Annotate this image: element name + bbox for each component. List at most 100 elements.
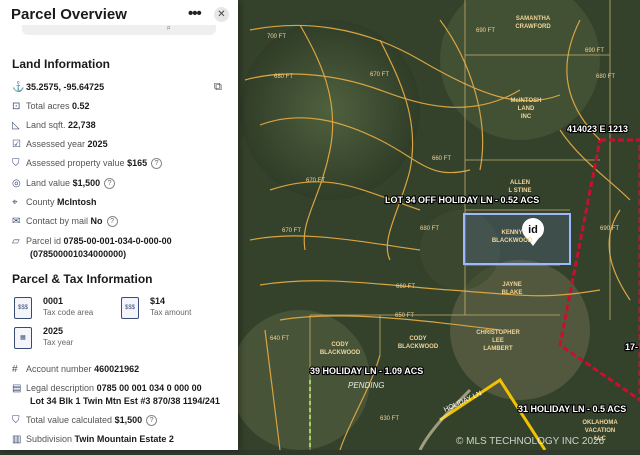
county-row: ⌖ County McIntosh xyxy=(12,197,97,208)
account-row: # Account number 460021962 xyxy=(12,364,140,375)
tax-info-heading: Parcel & Tax Information xyxy=(12,272,153,286)
contour-label: 650 FT xyxy=(395,313,414,319)
listing-label-lot34[interactable]: LOT 34 OFF HOLIDAY LN - 0.52 ACS xyxy=(384,194,540,206)
contour-label: 690 FT xyxy=(600,226,619,232)
contact-row: ✉ Contact by mail No? xyxy=(12,216,118,228)
assessed-year-row: ☑ Assessed year 2025 xyxy=(12,139,108,150)
owner-label: CODY xyxy=(331,342,348,348)
acres-row: ⊡ Total acres 0.52 xyxy=(12,101,90,112)
land-value-row: ◎ Land value $1,500? xyxy=(12,178,116,190)
assessed-value: $165 xyxy=(127,158,148,168)
listing-label-39-holiday[interactable]: 39 HOLIDAY LN - 1.09 ACS xyxy=(309,365,424,377)
tax-code-tile: $$$ 0001 Tax code area xyxy=(14,296,114,320)
receipt-icon: $$$ xyxy=(121,297,139,319)
parcel-id-alt: (078500001034000000) xyxy=(30,249,127,259)
sqft-value: 22,738 xyxy=(68,120,96,130)
listing-label-address[interactable]: 414023 E 1213 xyxy=(566,123,629,135)
contour-label: 630 FT xyxy=(380,416,399,422)
tax-amount-label: Tax amount xyxy=(150,308,192,317)
hash-icon: # xyxy=(12,364,18,375)
contour-label: 660 FT xyxy=(396,284,415,290)
tax-year-value: 2025 xyxy=(43,326,64,336)
search-bar[interactable]: ⌕ xyxy=(22,23,216,35)
legal-value: 0785 00 001 034 0 000 00 xyxy=(96,383,202,393)
coords-row: ⚓ 35.2575, -95.64725 xyxy=(12,82,104,93)
calendar-icon: ▦ xyxy=(14,327,32,349)
owner-label: INC xyxy=(521,114,532,120)
help-icon[interactable]: ? xyxy=(106,216,118,228)
owner-label: LAMBERT xyxy=(483,346,513,352)
land-value: $1,500 xyxy=(72,178,101,188)
contact-value: No xyxy=(90,216,103,226)
owner-label: BLACKWOOD xyxy=(492,238,533,244)
legal-row: ▤ Legal description 0785 00 001 034 0 000… xyxy=(12,383,202,394)
document-icon: ▤ xyxy=(12,383,22,394)
listing-label-edge[interactable]: 17- xyxy=(624,341,639,353)
contour-label: 680 FT xyxy=(274,74,293,80)
contour-label: 690 FT xyxy=(476,28,495,34)
contour-label: 640 FT xyxy=(270,336,289,342)
tax-year-label: Tax year xyxy=(43,338,74,347)
owner-label: BLACKWOOD xyxy=(398,344,439,350)
tax-amount-value: $14 xyxy=(150,296,166,306)
total-value: $1,500 xyxy=(114,415,143,425)
contour-label: 700 FT xyxy=(267,34,286,40)
copy-icon[interactable]: ⧉ xyxy=(214,81,222,94)
account-value: 460021962 xyxy=(94,364,140,374)
owner-label: LEE xyxy=(492,338,504,344)
parcel-id-value: 0785-00-001-034-0-000-00 xyxy=(63,236,172,246)
help-icon[interactable]: ? xyxy=(104,178,116,190)
close-icon[interactable]: ✕ xyxy=(214,7,229,22)
contour-label: 680 FT xyxy=(420,226,439,232)
legal-row-2: Lot 34 Blk 1 Twin Mtn Est #3 870/38 1194… xyxy=(30,396,220,406)
calendar-check-icon: ☑ xyxy=(12,139,21,150)
coins-icon: ◎ xyxy=(12,178,21,189)
mail-icon: ✉ xyxy=(12,216,21,227)
tax-amount-tile: $$$ $14 Tax amount xyxy=(121,296,221,320)
owner-label: SAMANTHA xyxy=(516,16,551,22)
sqft-row: ◺ Land sqft. 22,738 xyxy=(12,120,96,131)
contour-label: 680 FT xyxy=(596,74,615,80)
parcel-panel: Parcel Overview ••• ✕ ⌕ Land Information… xyxy=(0,0,238,450)
owner-label: JAYNE xyxy=(502,282,521,288)
owner-label: ALLEN xyxy=(510,180,530,186)
panel-title: Parcel Overview xyxy=(11,6,127,23)
owner-label: OKLAHOMA xyxy=(582,420,618,426)
anchor-icon: ⚓ xyxy=(12,82,25,93)
pin-label: id xyxy=(528,224,538,236)
county-value: McIntosh xyxy=(57,197,97,207)
owner-label: CHRISTOPHER xyxy=(476,330,520,336)
contour-label: 670 FT xyxy=(282,228,301,234)
receipt-icon: $$$ xyxy=(14,297,32,319)
tag-icon: ⛉ xyxy=(12,158,20,169)
map-icon: ▥ xyxy=(12,434,22,445)
owner-label: BLACKWOOD xyxy=(320,350,361,356)
assessed-year-value: 2025 xyxy=(87,139,108,149)
owner-label: CRAWFORD xyxy=(515,24,551,30)
owner-label: VACATION xyxy=(585,428,615,434)
owner-label: BLAKE xyxy=(502,290,523,296)
contour-label: 670 FT xyxy=(306,178,325,184)
contour-label: 670 FT xyxy=(370,72,389,78)
total-value-row: ⛉ Total value calculated $1,500? xyxy=(12,415,158,427)
search-icon: ⌕ xyxy=(166,23,171,32)
more-horizontal-icon[interactable]: ••• xyxy=(188,5,202,22)
watermark: © MLS TECHNOLOGY INC 2026 xyxy=(456,436,605,447)
parcel-id-row: ▱ Parcel id 0785-00-001-034-0-000-00 xyxy=(12,236,172,247)
owner-label: KENNY xyxy=(501,230,522,236)
value-tag-icon: ⛉ xyxy=(12,415,20,426)
tax-code-label: Tax code area xyxy=(43,308,94,317)
acres-value: 0.52 xyxy=(72,101,90,111)
tax-year-tile: ▦ 2025 Tax year xyxy=(14,326,114,350)
owner-label: LAND xyxy=(518,106,535,112)
help-icon[interactable]: ? xyxy=(151,158,163,170)
ruler-icon: ◺ xyxy=(12,120,20,131)
contour-label: 660 FT xyxy=(432,156,451,162)
tax-code-value: 0001 xyxy=(43,296,64,306)
help-icon[interactable]: ? xyxy=(146,415,158,427)
owner-label: McINTOSH xyxy=(511,98,542,104)
contour-label: 690 FT xyxy=(585,48,604,54)
assessed-value-row: ⛉ Assessed property value $165? xyxy=(12,158,163,170)
owner-label: CODY xyxy=(409,336,426,342)
listing-label-31-holiday[interactable]: 31 HOLIDAY LN - 0.5 ACS xyxy=(517,403,627,415)
